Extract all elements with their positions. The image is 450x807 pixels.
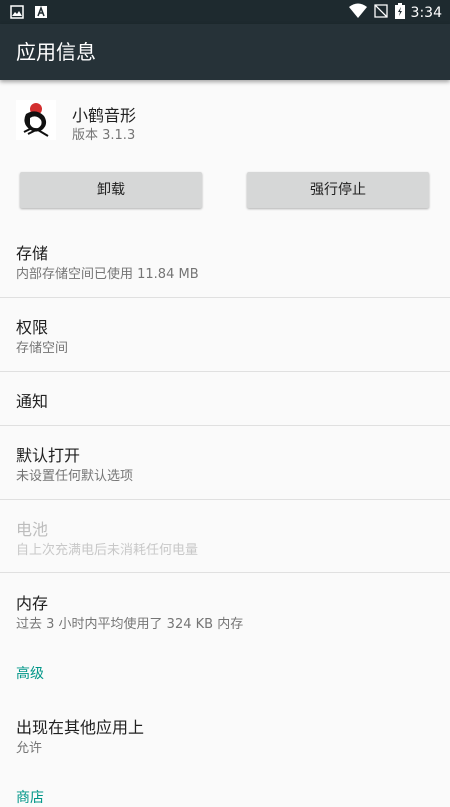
open-by-default-item[interactable]: 默认打开 未设置任何默认选项 — [0, 426, 450, 499]
status-bar: 3:34 — [0, 0, 450, 24]
page-title: 应用信息 — [16, 40, 96, 64]
item-subtitle: 过去 3 小时内平均使用了 324 KB 内存 — [16, 617, 244, 632]
item-title: 权限 — [16, 318, 49, 337]
storage-item[interactable]: 存储 内部存储空间已使用 11.84 MB — [0, 224, 450, 297]
crane-logo-icon — [16, 100, 56, 140]
item-title: 通知 — [16, 392, 49, 411]
app-bar: 应用信息 — [0, 24, 450, 80]
item-subtitle: 存储空间 — [16, 341, 69, 356]
item-title: 存储 — [16, 244, 49, 263]
wifi-icon — [348, 3, 367, 23]
no-sim-icon — [373, 3, 389, 23]
section-header-advanced: 高级 — [16, 666, 44, 682]
item-subtitle: 内部存储空间已使用 11.84 MB — [16, 267, 199, 282]
uninstall-button[interactable]: 卸载 — [20, 172, 202, 208]
item-title: 默认打开 — [16, 446, 81, 465]
memory-item[interactable]: 内存 过去 3 小时内平均使用了 324 KB 内存 — [0, 573, 450, 646]
image-icon — [10, 4, 24, 23]
app-header: 小鹤音形 版本 3.1.3 — [0, 80, 450, 164]
draw-over-apps-item[interactable]: 出现在其他应用上 允许 — [0, 698, 450, 770]
item-title: 内存 — [16, 594, 49, 613]
item-subtitle: 允许 — [16, 741, 43, 756]
section-header-store: 商店 — [16, 790, 44, 806]
app-version: 版本 3.1.3 — [72, 128, 136, 143]
item-title: 出现在其他应用上 — [16, 718, 145, 737]
font-icon — [34, 4, 48, 23]
clock: 3:34 — [410, 5, 442, 21]
permissions-item[interactable]: 权限 存储空间 — [0, 298, 450, 371]
notifications-item[interactable]: 通知 — [0, 372, 450, 425]
force-stop-button[interactable]: 强行停止 — [247, 172, 429, 208]
item-subtitle: 未设置任何默认选项 — [16, 469, 134, 484]
item-subtitle: 自上次充满电后未消耗任何电量 — [16, 543, 199, 558]
item-title: 电池 — [16, 520, 49, 539]
battery-item: 电池 自上次充满电后未消耗任何电量 — [0, 500, 450, 572]
app-name: 小鹤音形 — [72, 106, 137, 125]
battery-charging-icon — [394, 3, 405, 23]
